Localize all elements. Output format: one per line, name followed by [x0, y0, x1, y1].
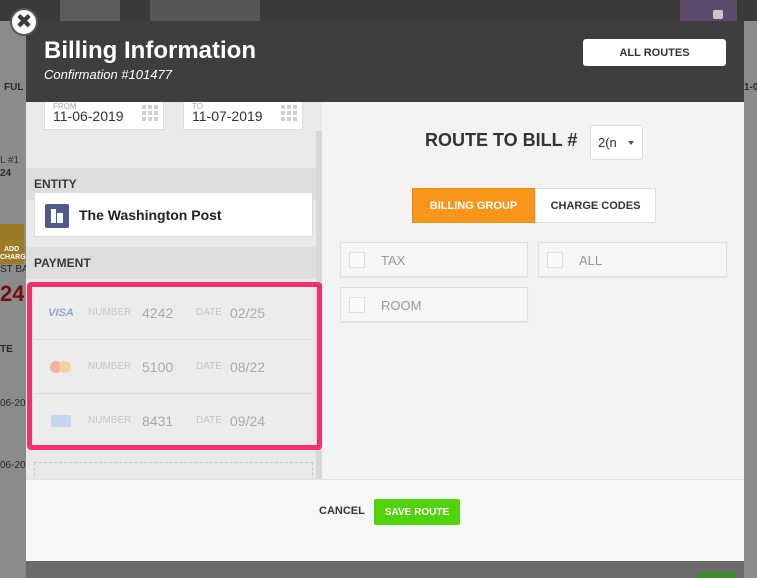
payment-card-row[interactable]: NUMBER 5100 DATE 08/22	[34, 340, 313, 394]
modal-header: Billing Information Confirmation #101477…	[26, 21, 744, 102]
tab-charge-codes[interactable]: CHARGE CODES	[535, 188, 656, 223]
card-number: 5100	[142, 359, 174, 375]
room-label: ROOM	[381, 298, 422, 313]
calendar-icon[interactable]	[281, 105, 297, 121]
card-expiry: 08/22	[230, 359, 266, 375]
card-expiry: 09/24	[230, 413, 266, 429]
entity-card[interactable]: The Washington Post	[34, 192, 313, 237]
room-checkbox[interactable]	[349, 297, 365, 313]
date-label: DATE	[196, 307, 222, 318]
calendar-icon[interactable]	[142, 105, 158, 121]
card-number: 8431	[142, 413, 174, 429]
background-text: 24	[0, 168, 12, 179]
background-text: ADD	[4, 246, 20, 253]
route-number-value: 2(n	[598, 135, 617, 150]
save-route-button[interactable]: SAVE ROUTE	[374, 499, 460, 525]
visa-icon: VISA	[46, 306, 76, 320]
date-label: DATE	[196, 415, 222, 426]
route-number-select[interactable]: 2(n	[590, 125, 643, 160]
background-right-strip: 1-0	[744, 21, 757, 578]
modal-footer: CANCEL SAVE ROUTE	[26, 479, 744, 561]
lock-icon	[713, 10, 723, 19]
payment-card-row[interactable]: VISA NUMBER 4242 DATE 02/25	[34, 286, 313, 340]
building-icon	[45, 204, 69, 228]
tab-billing-group[interactable]: BILLING GROUP	[412, 188, 535, 223]
date-label: DATE	[196, 361, 222, 372]
tax-group-option[interactable]: TAX	[340, 242, 528, 277]
background-add-charge-button: ADD CHARGE	[0, 224, 30, 264]
number-label: NUMBER	[88, 307, 132, 318]
cancel-button[interactable]: CANCEL	[319, 505, 365, 517]
all-routes-button[interactable]: ALL ROUTES	[583, 39, 726, 66]
background-text: ST BA	[0, 264, 29, 275]
background-left-strip: FUL L #1 24 ADD CHARGE ST BA 24 TE 06-20…	[0, 21, 30, 578]
background-text: 06-20	[0, 398, 26, 409]
close-icon[interactable]: ✖	[10, 8, 38, 36]
background-tab	[680, 0, 737, 21]
background-blurred-item	[60, 0, 120, 21]
chevron-down-icon	[628, 141, 634, 145]
from-date-field[interactable]: FROM 11-06-2019	[44, 102, 164, 130]
from-date-value: 11-06-2019	[53, 108, 124, 124]
card-expiry: 02/25	[230, 305, 266, 321]
all-checkbox[interactable]	[547, 252, 563, 268]
room-group-option[interactable]: ROOM	[340, 287, 528, 322]
background-green-button	[697, 572, 737, 578]
to-date-value: 11-07-2019	[192, 108, 263, 124]
confirmation-number: Confirmation #101477	[44, 67, 172, 82]
background-text: 1-0	[744, 82, 757, 93]
payment-card-row[interactable]: NUMBER 8431 DATE 09/24	[34, 394, 313, 448]
right-panel: ROUTE TO BILL # 2(n BILLING GROUP CHARGE…	[322, 102, 744, 479]
background-balance: 24	[0, 281, 25, 306]
mastercard-icon	[46, 360, 76, 374]
entity-name: The Washington Post	[79, 207, 222, 223]
number-label: NUMBER	[88, 361, 132, 372]
background-top-bar	[0, 0, 757, 21]
all-label: ALL	[579, 253, 603, 268]
payment-section-header: PAYMENT	[26, 247, 322, 279]
number-label: NUMBER	[88, 415, 132, 426]
route-to-bill-label: ROUTE TO BILL #	[425, 130, 578, 150]
tax-label: TAX	[381, 253, 406, 268]
tax-checkbox[interactable]	[349, 252, 365, 268]
billing-information-modal: Billing Information Confirmation #101477…	[26, 21, 744, 561]
background-text: L #1	[0, 155, 20, 166]
card-number: 4242	[142, 305, 174, 321]
visa-logo-text: VISA	[48, 307, 74, 319]
background-text: 06-20	[0, 460, 26, 471]
background-text: TE	[0, 344, 13, 355]
all-group-option[interactable]: ALL	[538, 242, 727, 277]
modal-title: Billing Information	[44, 37, 256, 64]
amex-icon	[46, 414, 76, 428]
background-blurred-item	[150, 0, 260, 21]
date-range: FROM 11-06-2019 TO 11-07-2019	[26, 102, 322, 152]
background-text: FUL	[4, 82, 24, 93]
to-date-field[interactable]: TO 11-07-2019	[183, 102, 303, 130]
